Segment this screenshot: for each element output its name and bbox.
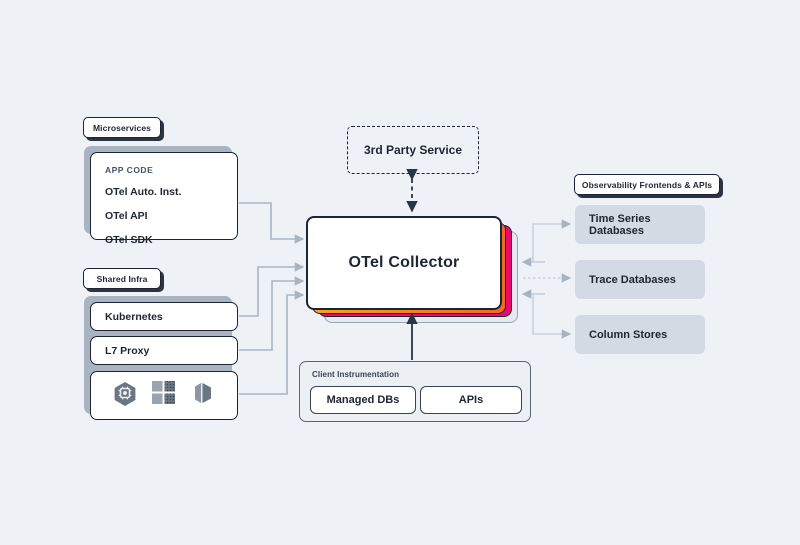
infra-row-kubernetes-label: Kubernetes xyxy=(105,310,163,323)
third-party-service-label: 3rd Party Service xyxy=(363,143,463,157)
observability-frontends-label: Observability Frontends & APIs xyxy=(574,174,720,195)
diagram-canvas: Microservices APP CODE OTel Auto. Inst. … xyxy=(0,0,800,545)
gcp-hexagon-icon xyxy=(111,379,139,412)
microservices-label: Microservices xyxy=(83,117,161,138)
infra-row-l7proxy: L7 Proxy xyxy=(90,336,238,365)
cloud-providers-row xyxy=(90,371,238,420)
aws-cube-icon xyxy=(189,379,217,412)
app-code-line-1: OTel Auto. Inst. xyxy=(105,186,182,198)
sink-time-series-databases-label: Time Series Databases xyxy=(589,212,651,237)
app-code-line-2: OTel API xyxy=(105,210,148,222)
shared-infra-label-text: Shared Infra xyxy=(96,273,148,284)
microservices-label-text: Microservices xyxy=(92,122,151,133)
app-code-header: APP CODE xyxy=(105,165,154,175)
sink-trace-databases: Trace Databases xyxy=(575,260,705,299)
otel-collector-card: OTel Collector xyxy=(306,216,502,310)
client-instrumentation-apis: APIs xyxy=(420,386,522,414)
sink-time-series-databases: Time Series Databases xyxy=(575,205,705,244)
otel-collector-label: OTel Collector xyxy=(348,254,460,271)
infra-row-kubernetes: Kubernetes xyxy=(90,302,238,331)
sink-column-stores-label: Column Stores xyxy=(589,328,668,341)
observability-frontends-label-text: Observability Frontends & APIs xyxy=(581,179,713,190)
client-instrumentation-box: Client Instrumentation Managed DBs APIs xyxy=(299,361,531,422)
azure-squares-icon xyxy=(151,380,177,411)
shared-infra-label: Shared Infra xyxy=(83,268,161,289)
apis-label: APIs xyxy=(458,394,484,406)
third-party-service-box: 3rd Party Service xyxy=(347,126,479,174)
managed-dbs-label: Managed DBs xyxy=(326,394,400,406)
app-code-line-3: OTel SDK xyxy=(105,234,153,246)
sink-column-stores: Column Stores xyxy=(575,315,705,354)
app-code-card: APP CODE OTel Auto. Inst. OTel API OTel … xyxy=(90,152,238,246)
sink-trace-databases-label: Trace Databases xyxy=(589,273,676,286)
client-instrumentation-managed-dbs: Managed DBs xyxy=(310,386,416,414)
client-instrumentation-title: Client Instrumentation xyxy=(312,370,400,379)
infra-row-l7proxy-label: L7 Proxy xyxy=(105,344,150,357)
